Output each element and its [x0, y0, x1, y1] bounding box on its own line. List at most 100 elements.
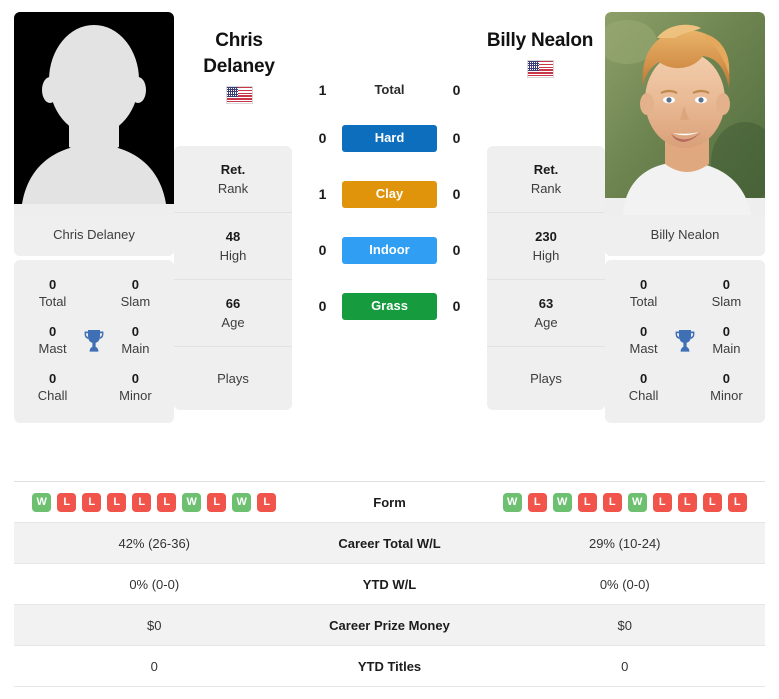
form-badge-left-0[interactable]: W	[32, 492, 52, 512]
form-badge-right-4[interactable]: L	[602, 492, 622, 512]
trophy-icon-svg-right	[675, 329, 695, 352]
trophy-icon-right	[672, 329, 698, 353]
h2h-indoor-left: 0	[318, 242, 327, 258]
form-badge-right-0[interactable]: W	[502, 492, 522, 512]
h2h-grass-mid: Grass	[340, 292, 440, 320]
left-titles-row-1: 0 Total 0 Slam	[14, 270, 174, 317]
left-career-prize-money: $0	[147, 617, 162, 633]
left-rank-column: Ret. Rank 48 High 66 Age Plays	[174, 146, 292, 410]
right-ytd-titles: 0	[621, 658, 629, 674]
h2h-indoor-mid: Indoor	[340, 236, 440, 264]
player-portrait-image	[605, 12, 765, 215]
form-badge-right-9[interactable]: L	[727, 492, 747, 512]
right-player-photo-card[interactable]: Billy Nealon	[605, 12, 765, 256]
row-label-form: Form	[373, 494, 406, 510]
left-ytd-wl: 0% (0-0)	[129, 576, 180, 592]
h2h-hard-row: 0 Hard 0	[300, 110, 480, 166]
form-badge-right-1[interactable]: L	[527, 492, 547, 512]
form-badge-right-6[interactable]: L	[652, 492, 672, 512]
h2h-total-label: Total	[374, 82, 405, 97]
h2h-clay-left: 1	[318, 186, 327, 202]
form-badge-left-4[interactable]: L	[132, 492, 152, 512]
form-badge-right-2[interactable]: W	[552, 492, 572, 512]
surface-badge-grass[interactable]: Grass	[342, 292, 437, 320]
left-titles-card: 0 Total 0 Slam 0 Mast 0 Main 0 Chall 0 M…	[14, 260, 174, 423]
right-flag-wrap	[481, 60, 599, 78]
right-player-column: Billy Nealon 0 Total 0 Slam 0 Mast 0 Mai…	[605, 12, 765, 423]
trophy-icon	[81, 329, 107, 353]
row-label-career-total-wl: Career Total W/L	[338, 535, 441, 551]
trophy-icon-svg	[84, 329, 104, 352]
right-form-badges: WLWLLWLLLL	[485, 492, 766, 512]
right-high-cell: 230 High	[487, 213, 605, 280]
head-to-head-column: 1 Total 0 0 Hard 0 1 Clay 0 0 Indoor 0 0…	[292, 12, 487, 334]
right-plays-cell: Plays	[530, 371, 562, 386]
form-badge-left-7[interactable]: L	[207, 492, 227, 512]
form-badge-left-2[interactable]: L	[82, 492, 102, 512]
right-rank-column: Ret. Rank 230 High 63 Age Plays	[487, 146, 605, 410]
h2h-hard-left: 0	[318, 130, 327, 146]
left-player-name-line1: Chris	[215, 30, 263, 51]
right-ytd-wl: 0% (0-0)	[599, 576, 650, 592]
comparison-table: WLLLLLWLWL Form WLWLLWLLLL 42% (26-36) C…	[14, 481, 765, 687]
left-titles-mast: 0 Mast	[38, 324, 67, 356]
surface-badge-hard[interactable]: Hard	[342, 124, 437, 152]
left-titles-total: 0 Total	[38, 277, 67, 309]
left-rank-cell: Ret. Rank	[174, 146, 292, 213]
left-titles-chall: 0 Chall	[37, 371, 68, 403]
h2h-indoor-row: 0 Indoor 0	[300, 222, 480, 278]
right-titles-row-3: 0 Chall 0 Minor	[605, 364, 765, 411]
right-titles-chall: 0 Chall	[628, 371, 659, 403]
left-player-heading: Chris Delaney	[180, 28, 298, 104]
surface-badge-clay[interactable]: Clay	[342, 180, 437, 208]
right-player-photo	[605, 12, 765, 215]
table-row-career-prize-money: $0 Career Prize Money $0	[14, 605, 765, 646]
row-label-ytd-wl: YTD W/L	[362, 576, 417, 592]
form-badge-left-6[interactable]: W	[182, 492, 202, 512]
row-label-career-prize-money: Career Prize Money	[329, 617, 450, 633]
table-row-ytd-titles: 0 YTD Titles 0	[14, 646, 765, 687]
h2h-indoor-right: 0	[452, 242, 461, 258]
form-badge-right-5[interactable]: W	[627, 492, 647, 512]
right-player-heading: Billy Nealon	[481, 28, 599, 78]
row-label-ytd-titles: YTD Titles	[357, 658, 422, 674]
form-badge-left-9[interactable]: L	[257, 492, 277, 512]
left-titles-minor: 0 Minor	[119, 371, 152, 403]
right-age-cell: 63 Age	[487, 280, 605, 347]
right-titles-main: 0 Main	[712, 324, 741, 356]
table-row-career-total-wl: 42% (26-36) Career Total W/L 29% (10-24)	[14, 523, 765, 564]
right-titles-total: 0 Total	[629, 277, 658, 309]
left-titles-row-2: 0 Mast 0 Main	[14, 317, 174, 364]
table-row-form: WLLLLLWLWL Form WLWLLWLLLL	[14, 482, 765, 523]
form-badge-left-5[interactable]: L	[157, 492, 177, 512]
left-high-cell: 48 High	[174, 213, 292, 280]
left-career-total-wl: 42% (26-36)	[118, 535, 191, 551]
left-player-column: Chris Delaney 0 Total 0 Slam 0 Mast 0 Ma…	[14, 12, 174, 423]
left-player-photo	[14, 12, 174, 215]
form-badge-left-1[interactable]: L	[57, 492, 77, 512]
form-badge-left-8[interactable]: W	[232, 492, 252, 512]
h2h-clay-mid: Clay	[340, 180, 440, 208]
us-flag-icon-left	[225, 86, 253, 104]
form-badge-right-3[interactable]: L	[577, 492, 597, 512]
form-badge-right-7[interactable]: L	[677, 492, 697, 512]
h2h-total-right: 0	[452, 82, 461, 98]
left-flag-wrap	[180, 86, 298, 104]
left-titles-row-3: 0 Chall 0 Minor	[14, 364, 174, 411]
surface-badge-indoor[interactable]: Indoor	[342, 236, 437, 264]
flag-canton-right	[527, 61, 539, 71]
right-rank-card: Ret. Rank 230 High 63 Age Plays	[487, 146, 605, 410]
form-badge-left-3[interactable]: L	[107, 492, 127, 512]
left-player-photo-card[interactable]: Chris Delaney	[14, 12, 174, 256]
h2h-grass-right: 0	[452, 298, 461, 314]
h2h-hard-right: 0	[452, 130, 461, 146]
right-titles-card: 0 Total 0 Slam 0 Mast 0 Main 0 Chall 0 M…	[605, 260, 765, 423]
form-badge-right-8[interactable]: L	[702, 492, 722, 512]
left-player-name-line2: Delaney	[203, 56, 275, 77]
right-titles-minor: 0 Minor	[710, 371, 743, 403]
h2h-grass-row: 0 Grass 0	[300, 278, 480, 334]
right-titles-mast: 0 Mast	[629, 324, 658, 356]
left-titles-main: 0 Main	[121, 324, 150, 356]
table-row-ytd-wl: 0% (0-0) YTD W/L 0% (0-0)	[14, 564, 765, 605]
h2h-total-mid: Total	[340, 81, 440, 99]
